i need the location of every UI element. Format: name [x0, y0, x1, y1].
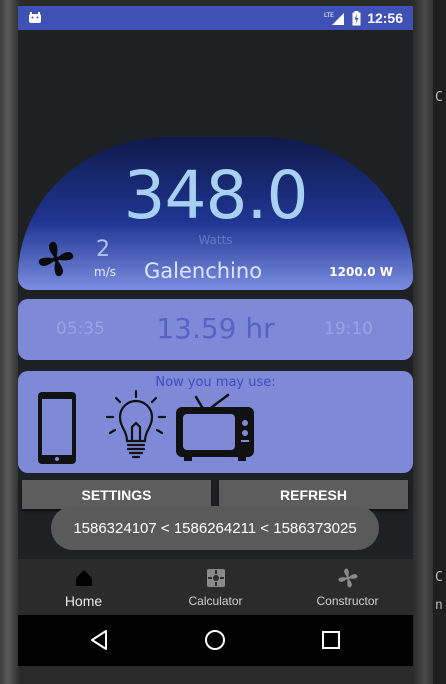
settings-button[interactable]: SETTINGS: [22, 480, 211, 509]
background-window: C C n: [433, 0, 446, 684]
phone-screen: LTE 12:56 348.0 Watts 2 m/s Galenchino 1…: [18, 6, 413, 666]
device-bezel-left: [0, 0, 20, 684]
sunset-time: 19:10: [324, 319, 373, 339]
nav-item-calculator[interactable]: Calculator: [150, 559, 281, 615]
fan-icon: [38, 241, 74, 277]
toast-text: 1586324107 < 1586264211 < 1586373025: [73, 519, 357, 537]
status-time: 12:56: [367, 10, 403, 26]
nav-item-home[interactable]: Home: [18, 559, 149, 615]
power-value: 348.0: [123, 157, 309, 234]
back-icon[interactable]: [88, 628, 112, 652]
location-name: Galenchino: [144, 259, 263, 283]
nav-label-home: Home: [64, 593, 103, 609]
nav-label-calculator: Calculator: [188, 594, 243, 608]
capacity-value: 1200.0 W: [329, 265, 393, 279]
recents-icon[interactable]: [319, 628, 343, 652]
fan-icon: [338, 568, 358, 588]
phone-icon: [38, 392, 76, 464]
svg-text:LTE: LTE: [324, 12, 334, 19]
bulb-icon: [105, 389, 167, 459]
system-navigation-bar: [18, 615, 413, 666]
home-button-icon[interactable]: [203, 628, 227, 652]
calculator-icon: [207, 569, 225, 587]
toast-message: 1586324107 < 1586264211 < 1586373025: [51, 506, 379, 550]
power-gauge-panel: 348.0 Watts 2 m/s Galenchino 1200.0 W: [18, 137, 413, 290]
wind-speed-value: 2: [96, 237, 110, 262]
status-bar: LTE 12:56: [18, 6, 413, 30]
android-icon: [29, 12, 41, 23]
power-unit: Watts: [198, 233, 233, 247]
device-bezel-right: [413, 0, 433, 684]
home-icon: [76, 570, 92, 586]
battery-icon: [352, 10, 361, 25]
wind-speed-unit: m/s: [94, 265, 116, 279]
usage-title: Now you may use:: [155, 375, 276, 390]
tv-icon: [176, 393, 254, 461]
time-panel: 05:35 13.59 hr 19:10: [18, 299, 413, 360]
lte-signal-icon: LTE: [324, 12, 345, 25]
refresh-button[interactable]: REFRESH: [219, 480, 408, 509]
nav-item-constructor[interactable]: Constructor: [282, 559, 413, 615]
bottom-navigation: Home Calculator Constructor: [18, 559, 413, 615]
nav-label-constructor: Constructor: [316, 594, 379, 608]
usage-panel: Now you may use:: [18, 371, 413, 473]
